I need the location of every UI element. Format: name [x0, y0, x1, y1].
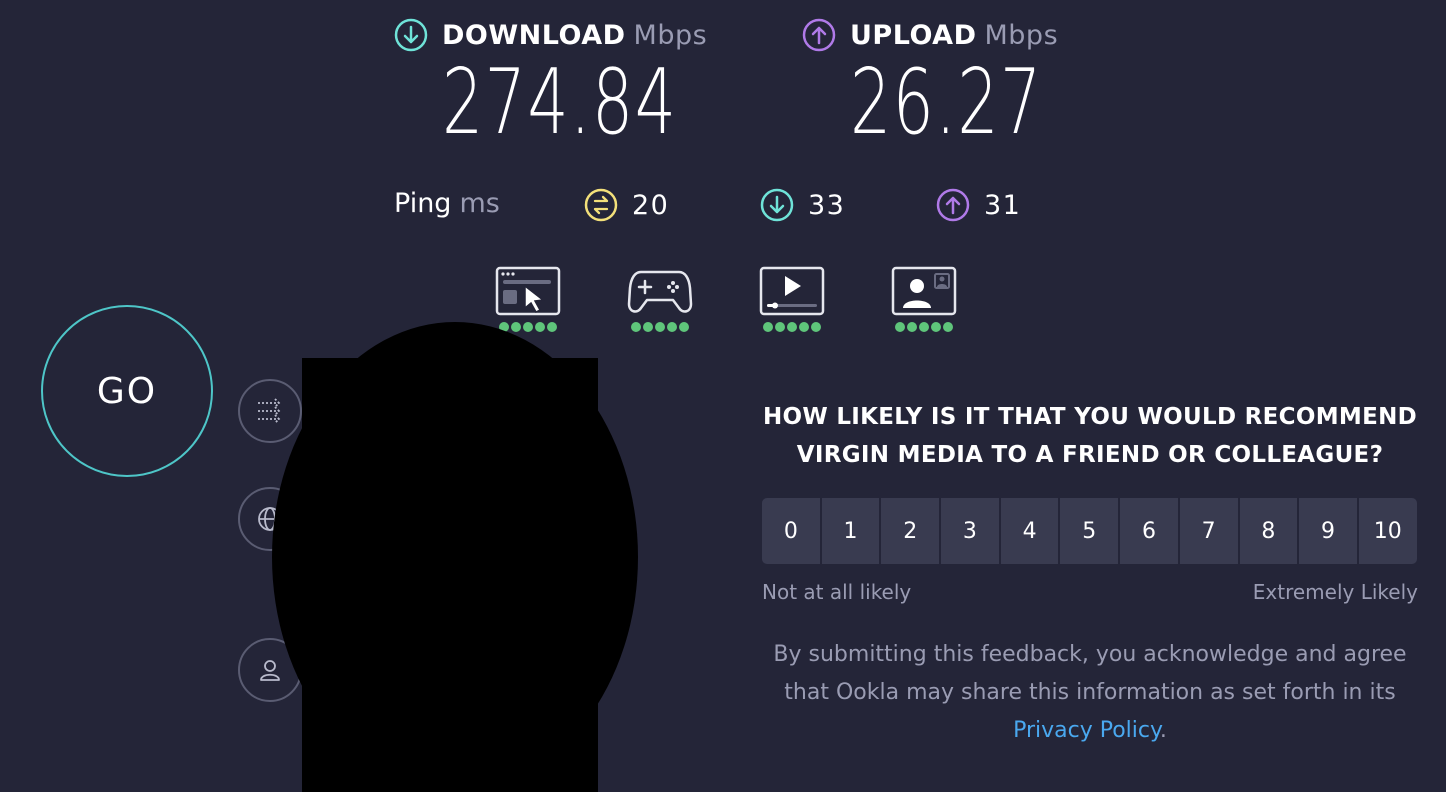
- rating-dots: [499, 322, 557, 332]
- upload-latency-icon: [936, 188, 970, 222]
- nps-option-1[interactable]: 1: [821, 498, 880, 564]
- nps-option-9[interactable]: 9: [1299, 498, 1357, 564]
- ping-idle: 20: [584, 188, 669, 222]
- disclaimer-text: By submitting this feedback, you acknowl…: [773, 642, 1407, 705]
- nps-option-0[interactable]: 0: [762, 498, 820, 564]
- ping-label-group: Ping ms: [394, 188, 500, 219]
- upload-speed-value: 26.27: [850, 50, 1043, 155]
- use-case-video-chat[interactable]: [891, 266, 957, 332]
- go-button[interactable]: GO: [41, 305, 213, 477]
- use-case-gaming[interactable]: [627, 266, 693, 332]
- ping-download-value: 33: [808, 189, 846, 221]
- idle-latency-icon: [584, 188, 618, 222]
- ping-idle-value: 20: [632, 189, 670, 221]
- nps-option-4[interactable]: 4: [1000, 498, 1059, 564]
- upload-header: UPLOAD Mbps: [802, 18, 1058, 52]
- scale-high-label: Extremely Likely: [1252, 580, 1418, 604]
- nps-scale: 0 1 2 3 4 5 6 7 8 9 10: [762, 498, 1417, 564]
- upload-unit: Mbps: [984, 19, 1059, 51]
- scale-low-label: Not at all likely: [762, 580, 912, 604]
- rating-dots: [763, 322, 821, 332]
- use-case-streaming[interactable]: [759, 266, 825, 332]
- nps-option-8[interactable]: 8: [1239, 498, 1298, 564]
- nps-option-7[interactable]: 7: [1179, 498, 1238, 564]
- redaction-box: [302, 358, 598, 792]
- video-chat-icon: [891, 266, 957, 316]
- nps-option-10[interactable]: 10: [1358, 498, 1417, 564]
- nps-option-3[interactable]: 3: [941, 498, 999, 564]
- connections-button[interactable]: [238, 379, 302, 443]
- download-header: DOWNLOAD Mbps: [394, 18, 707, 52]
- nps-option-5[interactable]: 5: [1060, 498, 1119, 564]
- use-case-web-browsing[interactable]: [495, 266, 561, 332]
- download-arrow-icon: [394, 18, 428, 52]
- download-label: DOWNLOAD: [442, 19, 626, 51]
- web-browsing-icon: [495, 266, 561, 316]
- survey-question: HOW LIKELY IS IT THAT YOU WOULD RECOMMEN…: [762, 404, 1418, 468]
- upload-label: UPLOAD: [850, 19, 977, 51]
- user-icon: [260, 660, 280, 681]
- ping-label: Ping: [394, 188, 452, 219]
- ping-unit: ms: [459, 188, 500, 219]
- gaming-icon: [627, 270, 693, 313]
- download-speed-value: 274.84: [442, 50, 678, 155]
- download-unit: Mbps: [633, 19, 708, 51]
- privacy-disclaimer: By submitting this feedback, you acknowl…: [765, 636, 1415, 750]
- privacy-policy-link[interactable]: Privacy Policy: [1013, 718, 1160, 743]
- upload-arrow-icon: [802, 18, 836, 52]
- multi-connection-icon: [258, 398, 281, 424]
- nps-option-6[interactable]: 6: [1120, 498, 1178, 564]
- rating-dots: [631, 322, 689, 332]
- nps-option-2[interactable]: 2: [881, 498, 940, 564]
- streaming-icon: [759, 266, 825, 316]
- go-button-label: GO: [96, 370, 158, 412]
- rating-dots: [895, 322, 953, 332]
- ping-download: 33: [760, 188, 845, 222]
- disclaimer-end: .: [1159, 718, 1167, 743]
- ping-upload-value: 31: [984, 189, 1022, 221]
- download-latency-icon: [760, 188, 794, 222]
- ping-upload: 31: [936, 188, 1021, 222]
